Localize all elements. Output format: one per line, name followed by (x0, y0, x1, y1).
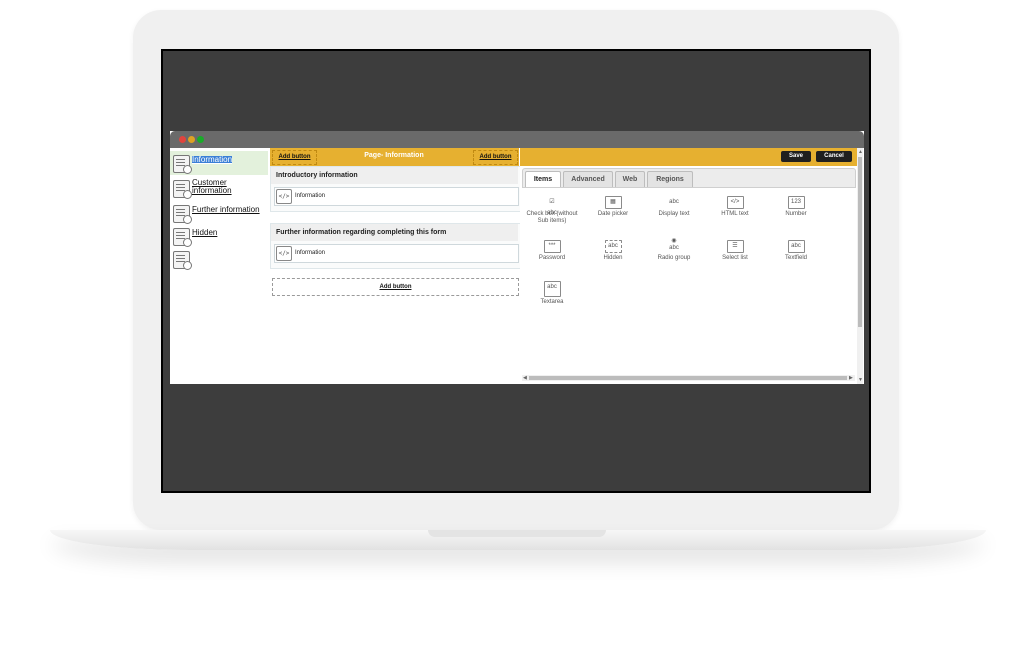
page-editor: Add button Page- Information Add button … (270, 148, 521, 384)
html-code-icon: </> (276, 246, 292, 261)
tool-textfield[interactable]: abc Textfield (768, 240, 824, 262)
nav-item-label[interactable]: Customer information (192, 179, 238, 195)
add-button-left[interactable]: Add button (272, 150, 317, 165)
tab-regions[interactable]: Regions (647, 171, 693, 187)
nav-item-information[interactable]: Information (170, 151, 268, 175)
tool-select-list[interactable]: ☰ Select list (707, 240, 763, 262)
scroll-up-icon[interactable]: ▲ (858, 149, 863, 155)
tool-label: Radio group (657, 255, 691, 261)
section-header: Further information regarding completing… (271, 224, 518, 241)
date-picker-icon: ▦ (604, 196, 622, 209)
tool-label: Password (538, 255, 566, 261)
section-further-information[interactable]: Further information regarding completing… (270, 223, 521, 269)
tool-label: Display text (658, 211, 690, 217)
toolbox-header-bar: Save Cancel (520, 148, 858, 166)
save-button[interactable]: Save (781, 151, 811, 162)
tool-label: Number (785, 211, 807, 217)
tab-advanced[interactable]: Advanced (563, 171, 613, 187)
tool-display-text[interactable]: abc Display text (646, 196, 702, 218)
scroll-right-icon[interactable]: ▶ (849, 375, 853, 381)
page-icon (173, 205, 192, 224)
tool-password[interactable]: *** Password (524, 240, 580, 262)
form-item[interactable]: </> Information (274, 244, 519, 263)
scroll-down-icon[interactable]: ▼ (858, 377, 863, 383)
tool-html-text[interactable]: </> HTML text (707, 196, 763, 218)
tool-label: HTML text (721, 211, 749, 217)
checkbox-icon: ☑ abc (547, 199, 557, 216)
tool-label: Textarea (540, 299, 564, 305)
tool-label: Check box (without Sub items) (526, 211, 578, 224)
window-titlebar (170, 131, 864, 148)
page-navigation: Information Customer information Further… (170, 148, 268, 384)
tool-label: Textfield (784, 255, 807, 261)
nav-item-label[interactable]: Information (192, 156, 233, 164)
page-icon (173, 228, 192, 247)
page-header-bar: Add button Page- Information Add button (270, 148, 519, 166)
tool-radio-group[interactable]: ◉ abc Radio group (646, 237, 702, 262)
maximize-window-icon[interactable] (197, 136, 204, 143)
section-header: Introductory information (271, 167, 518, 184)
add-page-icon (173, 251, 192, 270)
toolbox-panel: Save Cancel Items Advanced Web Regions ☑… (520, 148, 864, 384)
app-window: Information Customer information Further… (170, 131, 864, 384)
tool-check-box[interactable]: ☑ abc Check box (without Sub items) (524, 196, 580, 225)
nav-item-label[interactable]: Hidden (192, 229, 266, 237)
tab-items[interactable]: Items (525, 171, 561, 187)
page-icon (173, 155, 192, 174)
form-item-label: Information (295, 193, 326, 199)
tool-number[interactable]: 123 Number (768, 196, 824, 218)
scroll-left-icon[interactable]: ◀ (523, 375, 527, 381)
tool-label: Date picker (597, 211, 629, 217)
laptop-notch (428, 530, 606, 537)
horizontal-scroll-thumb[interactable] (529, 376, 847, 380)
horizontal-scrollbar[interactable]: ◀ ▶ (522, 375, 855, 381)
toolbox-tabs: Items Advanced Web Regions (522, 168, 856, 188)
html-code-icon: </> (276, 189, 292, 204)
tool-textarea[interactable]: abc Textarea (524, 281, 580, 306)
number-icon: 123 (787, 196, 805, 209)
nav-item-further-information[interactable]: Further information (170, 201, 268, 225)
cancel-button[interactable]: Cancel (816, 151, 852, 162)
select-list-icon: ☰ (726, 240, 744, 253)
vertical-scrollbar[interactable]: ▲ ▼ (857, 148, 863, 384)
display-text-icon: abc (669, 199, 679, 205)
close-window-icon[interactable] (179, 136, 186, 143)
tool-label: Hidden (603, 255, 623, 261)
nav-item-label[interactable]: Further information (192, 206, 266, 214)
section-introductory[interactable]: Introductory information </> Information (270, 166, 521, 212)
password-icon: *** (543, 240, 561, 253)
add-page-button[interactable] (170, 247, 268, 271)
tab-web[interactable]: Web (615, 171, 645, 187)
radio-group-icon: ◉ abc (669, 238, 679, 251)
minimize-window-icon[interactable] (188, 136, 195, 143)
vertical-scroll-thumb[interactable] (858, 157, 862, 327)
add-button-right[interactable]: Add button (473, 150, 518, 165)
tool-hidden[interactable]: abc Hidden (585, 240, 641, 262)
section-title: Further information regarding completing… (276, 229, 447, 236)
nav-item-customer-information[interactable]: Customer information (170, 176, 268, 200)
add-button-bottom[interactable]: Add button (272, 278, 519, 296)
hidden-icon: abc (604, 240, 622, 253)
form-item-label: Information (295, 250, 326, 256)
html-text-icon: </> (726, 196, 744, 209)
textfield-icon: abc (787, 240, 805, 253)
form-item[interactable]: </> Information (274, 187, 519, 206)
tool-label: Select list (722, 255, 748, 261)
textarea-icon: abc (543, 281, 561, 297)
page-title: Page- Information (364, 152, 424, 159)
nav-item-hidden[interactable]: Hidden (170, 224, 268, 248)
tool-date-picker[interactable]: ▦ Date picker (585, 196, 641, 218)
section-title: Introductory information (276, 172, 358, 179)
page-icon (173, 180, 192, 199)
